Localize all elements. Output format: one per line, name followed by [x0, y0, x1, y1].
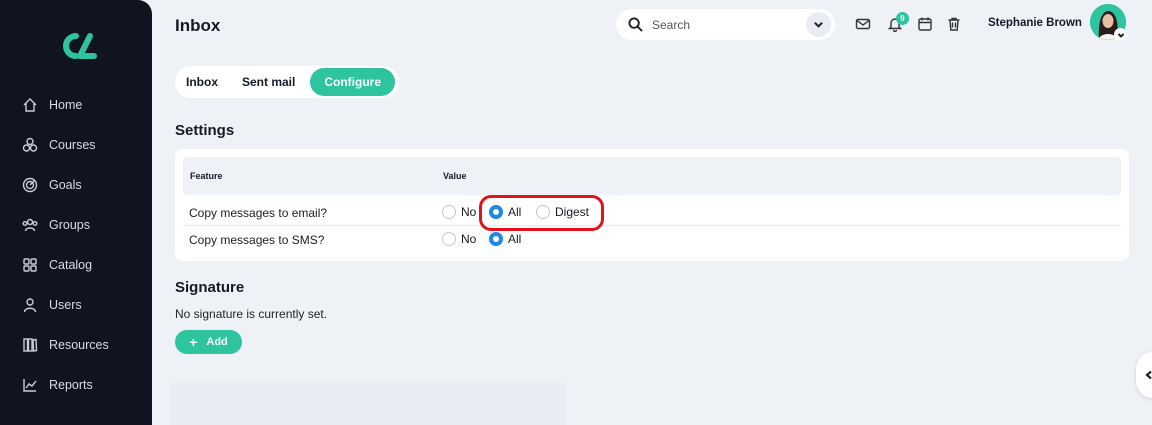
feature-label: Copy messages to email?: [189, 206, 328, 220]
courses-icon: [22, 137, 38, 153]
sidebar-item-catalog[interactable]: Catalog: [0, 245, 152, 285]
sidebar-item-reports[interactable]: Reports: [0, 365, 152, 405]
sidebar-item-label: Courses: [49, 138, 96, 152]
calendar-icon[interactable]: [917, 16, 933, 32]
sidebar-item-label: Reports: [49, 378, 93, 392]
column-header-value: Value: [443, 171, 467, 181]
radio-circle[interactable]: [442, 232, 456, 246]
notification-badge: 9: [896, 12, 909, 25]
search-bar[interactable]: [616, 9, 835, 40]
trash-icon[interactable]: [946, 16, 962, 32]
radio-label: All: [508, 232, 522, 246]
page-title: Inbox: [175, 16, 221, 35]
sidebar-nav: Home Courses Goals Groups Catalog Users …: [0, 85, 152, 405]
sidebar-item-home[interactable]: Home: [0, 85, 152, 125]
feature-label: Copy messages to SMS?: [189, 233, 325, 247]
sidebar-item-label: Goals: [49, 178, 82, 192]
radio-label: No: [461, 205, 477, 219]
sidebar-item-label: Users: [49, 298, 82, 312]
settings-title: Settings: [175, 122, 235, 139]
tab-configure[interactable]: Configure: [310, 68, 396, 96]
add-button-label: Add: [206, 336, 228, 348]
plus-icon: +: [189, 334, 198, 350]
catalog-icon: [22, 257, 38, 273]
logo-icon[interactable]: [54, 30, 98, 62]
mail-tabs: Inbox Sent mail Configure: [175, 66, 400, 98]
tab-inbox[interactable]: Inbox: [186, 75, 218, 89]
signature-status-text: No signature is currently set.: [175, 307, 328, 321]
highlight-annotation: [479, 195, 604, 231]
add-signature-button[interactable]: + Add: [175, 330, 242, 354]
tab-sent-mail[interactable]: Sent mail: [242, 75, 295, 89]
chevron-left-icon: [1145, 370, 1152, 380]
goals-icon: [22, 177, 38, 193]
home-icon: [22, 97, 38, 113]
sidebar: Home Courses Goals Groups Catalog Users …: [0, 0, 152, 425]
table-row: Copy messages to SMS? No All: [183, 226, 1121, 254]
settings-table: Feature Value Copy messages to email? No…: [175, 149, 1129, 261]
groups-icon: [22, 217, 38, 233]
chevron-down-icon: [1117, 32, 1124, 38]
reports-icon: [22, 377, 38, 393]
sms-radio-all[interactable]: All: [489, 232, 521, 246]
search-input[interactable]: [652, 17, 792, 32]
mail-icon[interactable]: [855, 16, 871, 32]
table-row: Copy messages to email? No All Digest: [183, 199, 1121, 227]
search-icon: [628, 17, 643, 32]
user-name[interactable]: Stephanie Brown: [988, 17, 1082, 29]
sidebar-item-groups[interactable]: Groups: [0, 205, 152, 245]
sidebar-item-label: Resources: [49, 338, 109, 352]
table-header: Feature Value: [183, 157, 1121, 195]
resources-icon: [22, 337, 38, 353]
email-radio-no[interactable]: No: [442, 205, 476, 219]
sidebar-item-goals[interactable]: Goals: [0, 165, 152, 205]
radio-label: No: [461, 232, 477, 246]
sidebar-item-resources[interactable]: Resources: [0, 325, 152, 365]
empty-panel: [170, 383, 566, 425]
users-icon: [22, 297, 38, 313]
sidebar-item-users[interactable]: Users: [0, 285, 152, 325]
radio-circle[interactable]: [442, 205, 456, 219]
sidebar-item-courses[interactable]: Courses: [0, 125, 152, 165]
sidebar-item-label: Home: [49, 98, 83, 112]
chevron-down-icon: [814, 21, 823, 28]
sidebar-item-label: Groups: [49, 218, 90, 232]
radio-circle[interactable]: [489, 232, 503, 246]
search-dropdown-button[interactable]: [806, 12, 831, 37]
user-menu-chevron[interactable]: [1114, 28, 1127, 41]
panel-collapse-toggle[interactable]: [1136, 352, 1152, 398]
column-header-feature: Feature: [190, 171, 223, 181]
sms-radio-no[interactable]: No: [442, 232, 476, 246]
sidebar-item-label: Catalog: [49, 258, 93, 272]
signature-title: Signature: [175, 279, 245, 296]
